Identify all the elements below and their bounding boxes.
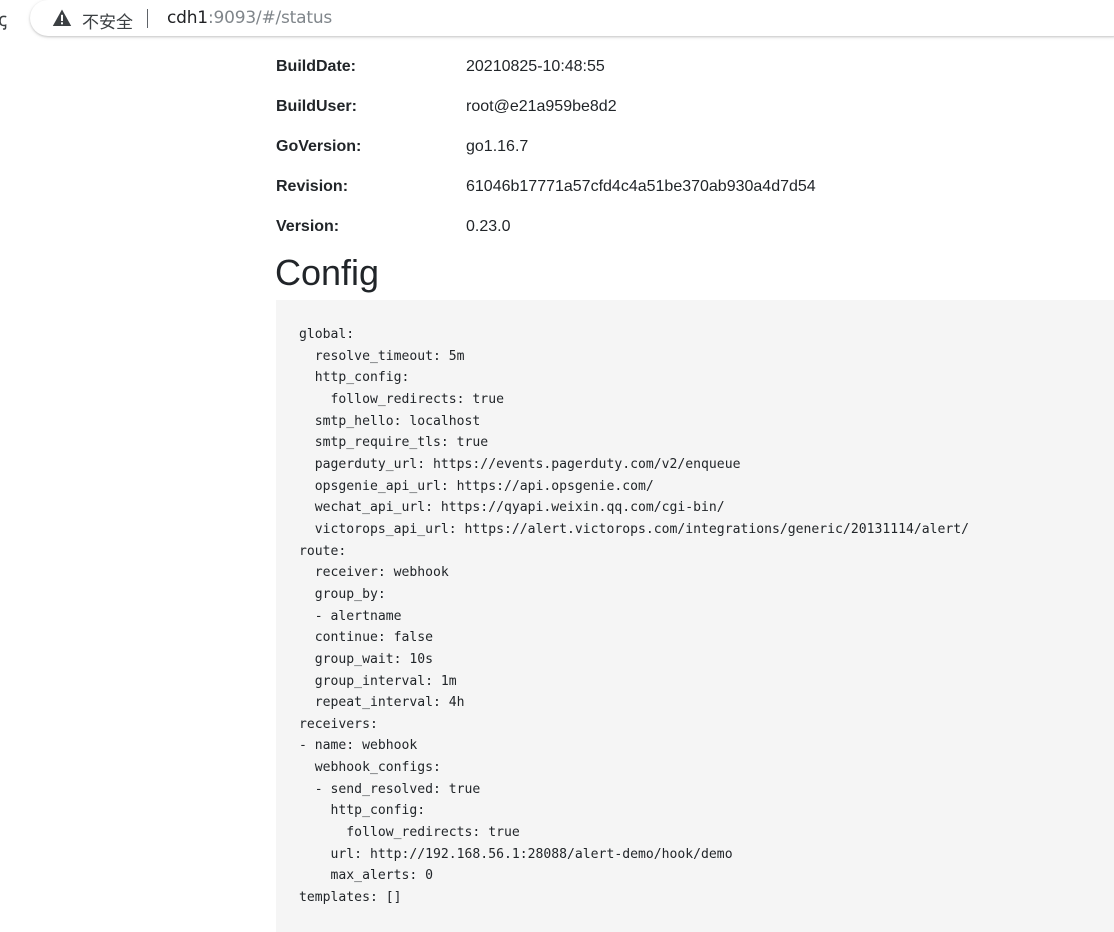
build-info-value: 20210825-10:48:55	[466, 58, 605, 75]
build-info-table: BuildDate: 20210825-10:48:55 BuildUser: …	[276, 48, 1076, 248]
build-info-row: Revision: 61046b17771a57cfd4c4a51be370ab…	[276, 168, 1076, 208]
build-info-key: Version:	[276, 218, 340, 235]
build-info-key: Revision:	[276, 178, 349, 195]
warning-triangle-icon[interactable]	[52, 8, 72, 28]
build-info-row: BuildDate: 20210825-10:48:55	[276, 48, 1076, 88]
config-heading: Config	[275, 252, 380, 293]
build-info-row: BuildUser: root@e21a959be8d2	[276, 88, 1076, 128]
build-info-value: go1.16.7	[466, 138, 529, 155]
build-info-value: root@e21a959be8d2	[466, 98, 617, 115]
build-info-key: BuildDate:	[276, 58, 356, 75]
url-text[interactable]: cdh1:9093/#/status	[167, 8, 332, 28]
browser-toolbar: ꞔ 不安全 cdh1:9093/#/status	[0, 0, 1114, 38]
build-info-value: 0.23.0	[466, 218, 511, 235]
address-divider	[147, 9, 148, 28]
url-host: cdh1	[167, 8, 208, 28]
build-info-row: GoVersion: go1.16.7	[276, 128, 1076, 168]
build-info-value: 61046b17771a57cfd4c4a51be370ab930a4d7d54	[466, 178, 816, 195]
config-yaml-text: global: resolve_timeout: 5m http_config:…	[299, 327, 970, 906]
build-info-key: BuildUser:	[276, 98, 357, 115]
security-status-label[interactable]: 不安全	[82, 8, 133, 33]
address-bar[interactable]: 不安全 cdh1:9093/#/status	[30, 0, 1114, 36]
build-info-key: GoVersion:	[276, 138, 362, 155]
url-path: :9093/#/status	[207, 8, 333, 28]
reload-icon[interactable]: ꞔ	[0, 6, 7, 32]
build-info-row: Version: 0.23.0	[276, 208, 1076, 248]
status-page: ꞔ 不安全 cdh1:9093/#/status BuildDate: 2021…	[0, 0, 1114, 932]
config-code-block: global: resolve_timeout: 5m http_config:…	[276, 300, 1114, 932]
